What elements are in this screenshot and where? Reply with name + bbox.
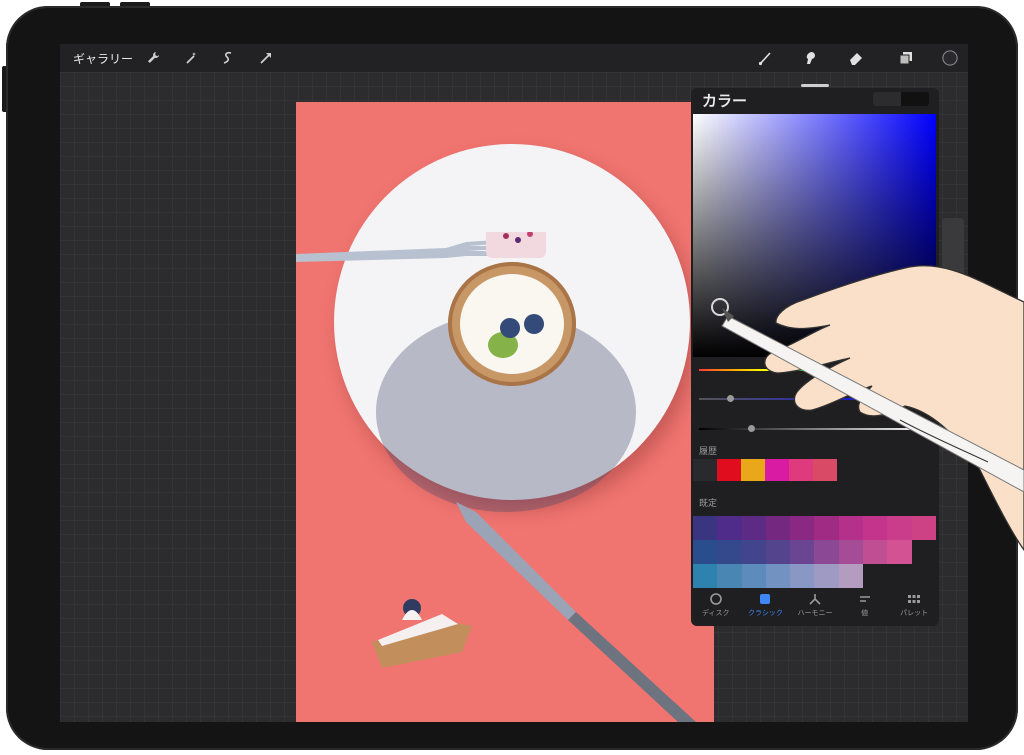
magic-wand-icon[interactable]	[181, 48, 201, 68]
value-icon	[858, 590, 872, 608]
secondary-swatch[interactable]	[901, 92, 929, 106]
palette-swatch[interactable]	[838, 564, 864, 588]
tab-label: クラシック	[747, 609, 783, 617]
palette-swatch[interactable]	[741, 540, 766, 564]
blueberry	[500, 318, 520, 338]
fork-image	[296, 232, 546, 262]
palette-swatch[interactable]	[693, 540, 718, 564]
history-swatch[interactable]	[693, 459, 717, 481]
color-dot-icon[interactable]	[940, 48, 960, 68]
palette-swatch[interactable]	[790, 516, 815, 540]
tab-label: 値	[861, 609, 869, 617]
tab-label: ディスク	[702, 609, 730, 617]
tab-classic[interactable]: クラシック	[741, 590, 791, 626]
panel-drag-handle[interactable]	[801, 84, 829, 87]
tab-label: パレット	[900, 609, 929, 617]
default-palette-label: 既定	[699, 499, 718, 509]
color-panel: カラー 履歴 既定 ディスク クラシック ハーモニー 値 パレット	[691, 84, 939, 626]
history-swatch[interactable]	[813, 459, 837, 481]
color-mode-tabs: ディスク クラシック ハーモニー 値 パレット	[691, 590, 939, 626]
palette-swatch[interactable]	[863, 516, 888, 540]
history-swatch[interactable]	[789, 459, 813, 481]
primary-secondary-swatch[interactable]	[873, 92, 929, 106]
brightness-slider[interactable]	[699, 425, 931, 432]
palette-swatch[interactable]	[693, 516, 718, 540]
palette-swatch[interactable]	[741, 516, 766, 540]
saturation-slider[interactable]	[699, 395, 931, 402]
app-screen: ギャラリー カラー 履歴 既定 ディスク クラシック ハーモニー 値 パレット	[60, 44, 968, 722]
palette-swatch[interactable]	[863, 540, 888, 564]
cake-slice-image	[372, 599, 472, 668]
knife-image	[456, 502, 696, 722]
saturation-brightness-picker[interactable]	[693, 114, 936, 357]
tab-harmony[interactable]: ハーモニー	[790, 590, 840, 626]
palette-swatch[interactable]	[887, 540, 912, 564]
palette-icon	[907, 590, 921, 608]
palette-swatch[interactable]	[765, 540, 791, 564]
palette-swatch[interactable]	[717, 564, 742, 588]
harmony-icon	[808, 590, 822, 608]
tart-cream	[460, 274, 564, 374]
color-panel-title: カラー	[702, 92, 748, 110]
palette-swatch[interactable]	[741, 564, 766, 588]
saturation-knob[interactable]	[727, 395, 734, 402]
history-label: 履歴	[699, 447, 718, 457]
palette-swatch[interactable]	[717, 540, 742, 564]
disc-icon	[709, 590, 723, 608]
history-swatches	[693, 459, 837, 481]
palette-swatch[interactable]	[814, 516, 839, 540]
palette-swatch[interactable]	[887, 516, 912, 540]
brightness-knob[interactable]	[748, 425, 755, 432]
history-swatch[interactable]	[717, 459, 741, 481]
blueberry	[524, 314, 544, 334]
hue-knob[interactable]	[895, 366, 902, 373]
layers-icon[interactable]	[896, 48, 916, 68]
tab-label: ハーモニー	[797, 609, 833, 617]
palette-swatch[interactable]	[693, 564, 718, 588]
brush-icon[interactable]	[755, 48, 775, 68]
brush-size-slider[interactable]	[942, 218, 964, 298]
hue-slider[interactable]	[699, 366, 931, 373]
tablet-frame: ギャラリー カラー 履歴 既定 ディスク クラシック ハーモニー 値 パレット	[6, 6, 1018, 750]
palette-swatch[interactable]	[814, 540, 839, 564]
transform-arrow-icon[interactable]	[256, 48, 276, 68]
palette-swatch[interactable]	[838, 540, 864, 564]
primary-swatch[interactable]	[873, 92, 901, 106]
palette-swatch[interactable]	[790, 564, 815, 588]
palette-row	[693, 540, 936, 564]
palette-swatch[interactable]	[790, 540, 815, 564]
palette-swatch[interactable]	[814, 564, 839, 588]
wrench-icon[interactable]	[143, 48, 163, 68]
eraser-icon[interactable]	[846, 48, 866, 68]
palette-row	[693, 516, 936, 540]
history-swatch[interactable]	[765, 459, 789, 481]
palette-swatch[interactable]	[911, 516, 936, 540]
palette-swatch[interactable]	[838, 516, 864, 540]
palette-row	[693, 564, 936, 588]
palette-swatch[interactable]	[765, 564, 791, 588]
tab-value[interactable]: 値	[840, 590, 890, 626]
top-toolbar: ギャラリー	[60, 44, 968, 72]
default-palette	[693, 516, 936, 588]
palette-swatch[interactable]	[765, 516, 791, 540]
selection-icon[interactable]	[218, 48, 238, 68]
classic-icon	[759, 590, 771, 608]
history-swatch[interactable]	[741, 459, 765, 481]
tab-disc[interactable]: ディスク	[691, 590, 741, 626]
tab-palette[interactable]: パレット	[889, 590, 939, 626]
gallery-button[interactable]: ギャラリー	[73, 50, 133, 67]
palette-swatch[interactable]	[717, 516, 742, 540]
smudge-icon[interactable]	[800, 48, 820, 68]
tart-image	[448, 262, 576, 386]
drawing-canvas[interactable]	[296, 102, 714, 722]
picker-ring[interactable]	[711, 298, 729, 316]
